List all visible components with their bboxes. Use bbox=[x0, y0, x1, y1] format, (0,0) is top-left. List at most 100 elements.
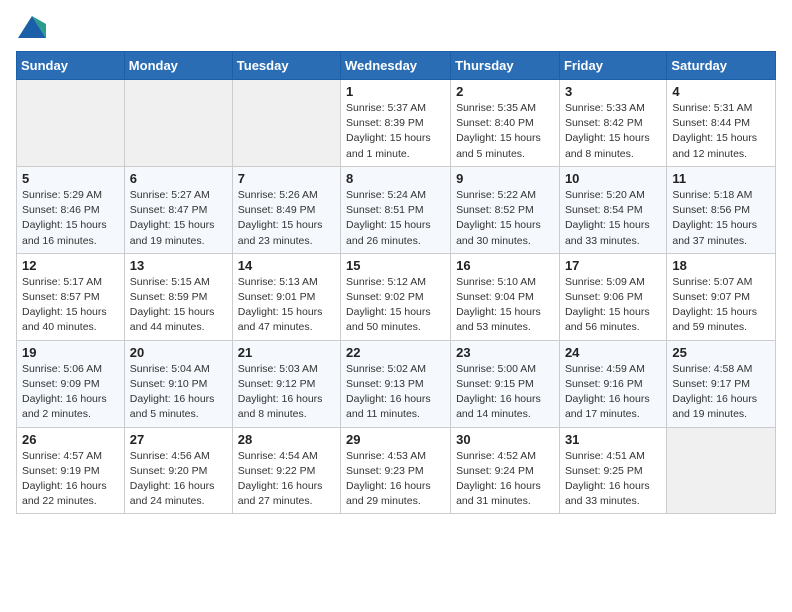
day-cell: 20 Sunrise: 5:04 AM Sunset: 9:10 PM Dayli… bbox=[124, 340, 232, 427]
day-number: 14 bbox=[238, 258, 335, 273]
day-info: Sunrise: 5:06 AM Sunset: 9:09 PM Dayligh… bbox=[22, 362, 119, 423]
day-cell: 2 Sunrise: 5:35 AM Sunset: 8:40 PM Daylig… bbox=[451, 80, 560, 167]
day-info: Sunrise: 5:22 AM Sunset: 8:52 PM Dayligh… bbox=[456, 188, 554, 249]
week-row-2: 12Sunrise: 5:17 AM Sunset: 8:57 PM Dayli… bbox=[17, 253, 776, 340]
day-info: Sunrise: 5:33 AM Sunset: 8:42 PM Dayligh… bbox=[565, 101, 661, 162]
day-info: Sunrise: 5:07 AM Sunset: 9:07 PM Dayligh… bbox=[672, 275, 770, 336]
day-info: Sunrise: 5:09 AM Sunset: 9:06 PM Dayligh… bbox=[565, 275, 661, 336]
day-info: Sunrise: 4:52 AM Sunset: 9:24 PM Dayligh… bbox=[456, 449, 554, 510]
header-cell-friday: Friday bbox=[559, 52, 666, 80]
day-number: 2 bbox=[456, 84, 554, 99]
week-row-0: 1 Sunrise: 5:37 AM Sunset: 8:39 PM Daylig… bbox=[17, 80, 776, 167]
day-cell: 31 Sunrise: 4:51 AM Sunset: 9:25 PM Dayli… bbox=[559, 427, 666, 514]
day-number: 12 bbox=[22, 258, 119, 273]
day-cell: 7 Sunrise: 5:26 AM Sunset: 8:49 PM Daylig… bbox=[232, 166, 340, 253]
day-cell: 25 Sunrise: 4:58 AM Sunset: 9:17 PM Dayli… bbox=[667, 340, 776, 427]
day-cell: 12Sunrise: 5:17 AM Sunset: 8:57 PM Dayli… bbox=[17, 253, 125, 340]
day-cell: 18 Sunrise: 5:07 AM Sunset: 9:07 PM Dayli… bbox=[667, 253, 776, 340]
day-number: 29 bbox=[346, 432, 445, 447]
day-info: Sunrise: 5:29 AM Sunset: 8:46 PM Dayligh… bbox=[22, 188, 119, 249]
day-cell: 5 Sunrise: 5:29 AM Sunset: 8:46 PM Daylig… bbox=[17, 166, 125, 253]
day-number: 1 bbox=[346, 84, 445, 99]
day-number: 24 bbox=[565, 345, 661, 360]
day-info: Sunrise: 4:51 AM Sunset: 9:25 PM Dayligh… bbox=[565, 449, 661, 510]
day-number: 31 bbox=[565, 432, 661, 447]
day-cell: 14 Sunrise: 5:13 AM Sunset: 9:01 PM Dayli… bbox=[232, 253, 340, 340]
day-info: Sunrise: 5:13 AM Sunset: 9:01 PM Dayligh… bbox=[238, 275, 335, 336]
day-cell: 8 Sunrise: 5:24 AM Sunset: 8:51 PM Daylig… bbox=[341, 166, 451, 253]
day-cell: 23 Sunrise: 5:00 AM Sunset: 9:15 PM Dayli… bbox=[451, 340, 560, 427]
day-number: 6 bbox=[130, 171, 227, 186]
day-number: 10 bbox=[565, 171, 661, 186]
day-cell bbox=[232, 80, 340, 167]
day-info: Sunrise: 5:37 AM Sunset: 8:39 PM Dayligh… bbox=[346, 101, 445, 162]
day-number: 13 bbox=[130, 258, 227, 273]
day-cell: 21Sunrise: 5:03 AM Sunset: 9:12 PM Dayli… bbox=[232, 340, 340, 427]
day-info: Sunrise: 5:24 AM Sunset: 8:51 PM Dayligh… bbox=[346, 188, 445, 249]
day-cell: 1 Sunrise: 5:37 AM Sunset: 8:39 PM Daylig… bbox=[341, 80, 451, 167]
header-cell-tuesday: Tuesday bbox=[232, 52, 340, 80]
day-info: Sunrise: 4:58 AM Sunset: 9:17 PM Dayligh… bbox=[672, 362, 770, 423]
day-info: Sunrise: 4:59 AM Sunset: 9:16 PM Dayligh… bbox=[565, 362, 661, 423]
day-number: 28 bbox=[238, 432, 335, 447]
day-cell: 15Sunrise: 5:12 AM Sunset: 9:02 PM Dayli… bbox=[341, 253, 451, 340]
day-number: 3 bbox=[565, 84, 661, 99]
day-number: 20 bbox=[130, 345, 227, 360]
day-info: Sunrise: 5:12 AM Sunset: 9:02 PM Dayligh… bbox=[346, 275, 445, 336]
header-cell-thursday: Thursday bbox=[451, 52, 560, 80]
day-info: Sunrise: 5:15 AM Sunset: 8:59 PM Dayligh… bbox=[130, 275, 227, 336]
day-cell: 17 Sunrise: 5:09 AM Sunset: 9:06 PM Dayli… bbox=[559, 253, 666, 340]
day-cell: 13 Sunrise: 5:15 AM Sunset: 8:59 PM Dayli… bbox=[124, 253, 232, 340]
day-info: Sunrise: 4:57 AM Sunset: 9:19 PM Dayligh… bbox=[22, 449, 119, 510]
day-number: 30 bbox=[456, 432, 554, 447]
day-number: 4 bbox=[672, 84, 770, 99]
day-number: 5 bbox=[22, 171, 119, 186]
day-cell: 29 Sunrise: 4:53 AM Sunset: 9:23 PM Dayli… bbox=[341, 427, 451, 514]
day-number: 23 bbox=[456, 345, 554, 360]
calendar-table: SundayMondayTuesdayWednesdayThursdayFrid… bbox=[16, 51, 776, 514]
day-number: 27 bbox=[130, 432, 227, 447]
week-row-3: 19 Sunrise: 5:06 AM Sunset: 9:09 PM Dayli… bbox=[17, 340, 776, 427]
day-info: Sunrise: 5:10 AM Sunset: 9:04 PM Dayligh… bbox=[456, 275, 554, 336]
day-info: Sunrise: 4:56 AM Sunset: 9:20 PM Dayligh… bbox=[130, 449, 227, 510]
header-cell-saturday: Saturday bbox=[667, 52, 776, 80]
day-info: Sunrise: 5:20 AM Sunset: 8:54 PM Dayligh… bbox=[565, 188, 661, 249]
day-cell: 6 Sunrise: 5:27 AM Sunset: 8:47 PM Daylig… bbox=[124, 166, 232, 253]
calendar-body: 1 Sunrise: 5:37 AM Sunset: 8:39 PM Daylig… bbox=[17, 80, 776, 514]
header-cell-monday: Monday bbox=[124, 52, 232, 80]
day-info: Sunrise: 5:18 AM Sunset: 8:56 PM Dayligh… bbox=[672, 188, 770, 249]
day-info: Sunrise: 5:26 AM Sunset: 8:49 PM Dayligh… bbox=[238, 188, 335, 249]
day-cell: 27 Sunrise: 4:56 AM Sunset: 9:20 PM Dayli… bbox=[124, 427, 232, 514]
logo-icon bbox=[18, 16, 46, 38]
day-number: 18 bbox=[672, 258, 770, 273]
day-info: Sunrise: 5:35 AM Sunset: 8:40 PM Dayligh… bbox=[456, 101, 554, 162]
day-number: 17 bbox=[565, 258, 661, 273]
day-info: Sunrise: 5:02 AM Sunset: 9:13 PM Dayligh… bbox=[346, 362, 445, 423]
day-info: Sunrise: 5:31 AM Sunset: 8:44 PM Dayligh… bbox=[672, 101, 770, 162]
day-number: 16 bbox=[456, 258, 554, 273]
day-info: Sunrise: 4:53 AM Sunset: 9:23 PM Dayligh… bbox=[346, 449, 445, 510]
day-cell bbox=[17, 80, 125, 167]
day-number: 8 bbox=[346, 171, 445, 186]
header-row: SundayMondayTuesdayWednesdayThursdayFrid… bbox=[17, 52, 776, 80]
day-number: 9 bbox=[456, 171, 554, 186]
day-number: 26 bbox=[22, 432, 119, 447]
day-info: Sunrise: 5:00 AM Sunset: 9:15 PM Dayligh… bbox=[456, 362, 554, 423]
day-number: 19 bbox=[22, 345, 119, 360]
calendar-header: SundayMondayTuesdayWednesdayThursdayFrid… bbox=[17, 52, 776, 80]
day-number: 25 bbox=[672, 345, 770, 360]
day-cell: 3 Sunrise: 5:33 AM Sunset: 8:42 PM Daylig… bbox=[559, 80, 666, 167]
day-info: Sunrise: 5:04 AM Sunset: 9:10 PM Dayligh… bbox=[130, 362, 227, 423]
day-info: Sunrise: 4:54 AM Sunset: 9:22 PM Dayligh… bbox=[238, 449, 335, 510]
day-number: 22 bbox=[346, 345, 445, 360]
day-cell: 9 Sunrise: 5:22 AM Sunset: 8:52 PM Daylig… bbox=[451, 166, 560, 253]
day-cell bbox=[667, 427, 776, 514]
week-row-4: 26 Sunrise: 4:57 AM Sunset: 9:19 PM Dayli… bbox=[17, 427, 776, 514]
day-cell: 28 Sunrise: 4:54 AM Sunset: 9:22 PM Dayli… bbox=[232, 427, 340, 514]
day-cell: 24 Sunrise: 4:59 AM Sunset: 9:16 PM Dayli… bbox=[559, 340, 666, 427]
day-info: Sunrise: 5:27 AM Sunset: 8:47 PM Dayligh… bbox=[130, 188, 227, 249]
day-cell: 30 Sunrise: 4:52 AM Sunset: 9:24 PM Dayli… bbox=[451, 427, 560, 514]
logo bbox=[16, 16, 46, 43]
day-number: 7 bbox=[238, 171, 335, 186]
day-cell: 4 Sunrise: 5:31 AM Sunset: 8:44 PM Daylig… bbox=[667, 80, 776, 167]
